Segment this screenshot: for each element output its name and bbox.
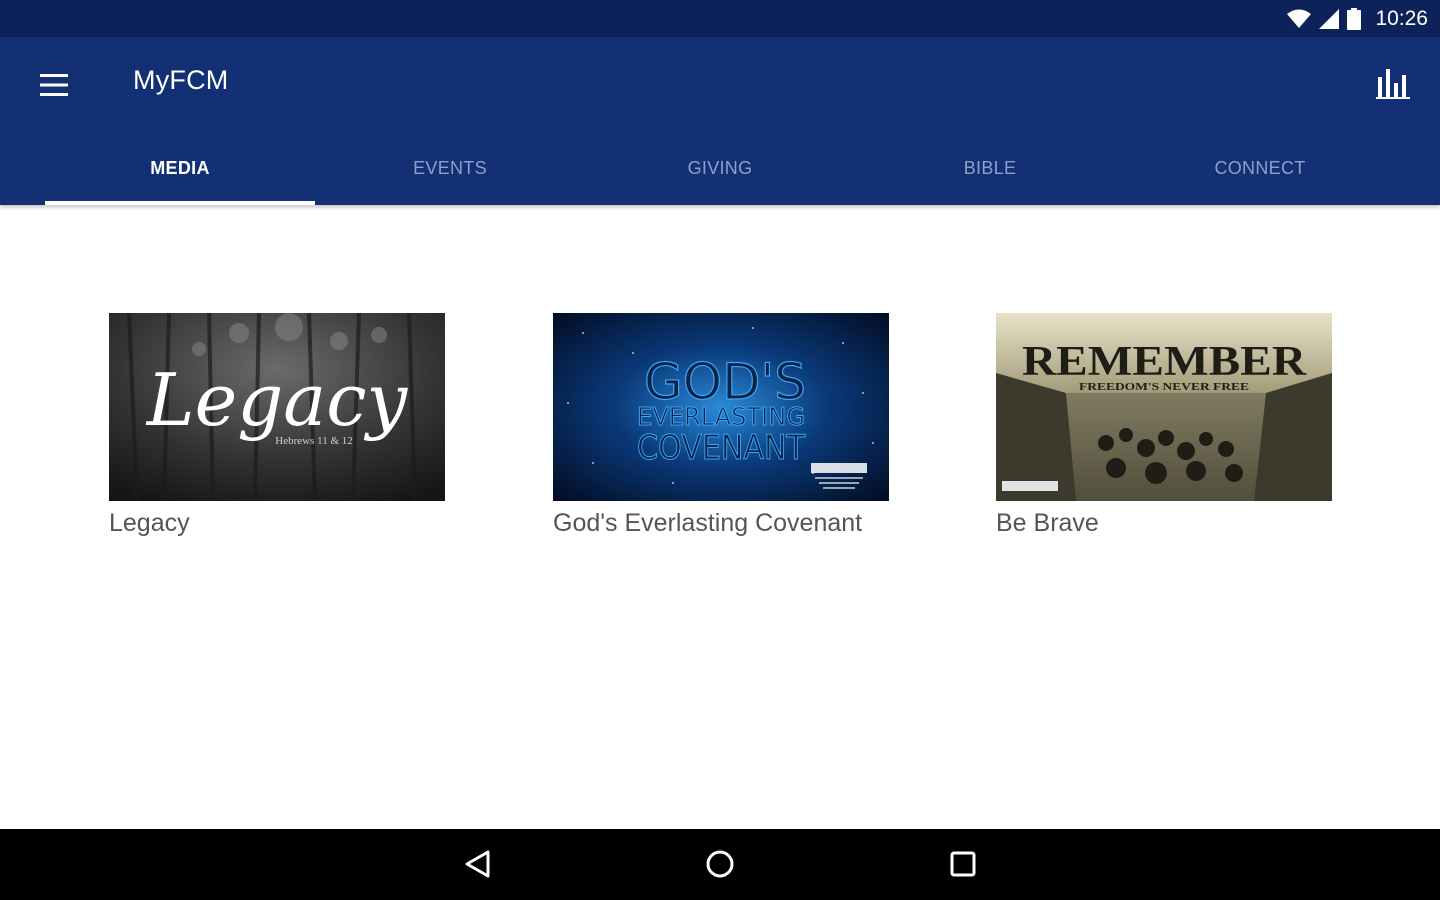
tab-media-label: MEDIA xyxy=(150,157,210,178)
tab-connect[interactable]: CONNECT xyxy=(1125,131,1395,205)
status-icons: 10:26 xyxy=(1287,0,1428,37)
covenant-thumb-line2: EVERLASTING xyxy=(637,402,805,431)
tab-bar: MEDIA EVENTS GIVING BIBLE CONNECT xyxy=(45,131,1395,205)
be-brave-thumb-subheading: FREEDOM'S NEVER FREE xyxy=(1079,382,1249,393)
be-brave-thumb-heading: REMEMBER xyxy=(1022,339,1307,385)
media-title: God's Everlasting Covenant xyxy=(553,509,863,537)
status-time: 10:26 xyxy=(1375,6,1428,30)
system-nav-bar xyxy=(0,829,1440,900)
hamburger-menu-icon[interactable] xyxy=(36,71,72,99)
media-title: Be Brave xyxy=(996,509,1099,537)
cell-signal-icon xyxy=(1319,8,1340,29)
media-item-legacy[interactable]: Legacy Hebrews 11 & 12 Legacy xyxy=(109,313,445,538)
status-bar: 10:26 xyxy=(0,0,1440,37)
app-bar: MyFCM MEDIA EVENTS GIVING BIBLE CONNECT xyxy=(0,37,1440,205)
battery-icon xyxy=(1347,7,1362,30)
app-title: MyFCM xyxy=(133,65,229,95)
tab-giving[interactable]: GIVING xyxy=(585,131,855,205)
tab-indicator xyxy=(45,201,315,205)
tab-events[interactable]: EVENTS xyxy=(315,131,585,205)
media-item-gods-everlasting-covenant[interactable]: GOD'S EVERLASTING COVENANT God's Everlas… xyxy=(553,313,889,538)
tab-bible-label: BIBLE xyxy=(963,157,1017,178)
church-logo-icon xyxy=(1002,481,1058,491)
tab-giving-label: GIVING xyxy=(687,157,753,178)
tab-media[interactable]: MEDIA xyxy=(45,131,315,205)
covenant-thumbnail-art: GOD'S EVERLASTING COVENANT xyxy=(553,313,889,501)
home-icon[interactable] xyxy=(700,844,740,884)
media-thumbnail-be-brave[interactable]: REMEMBER FREEDOM'S NEVER FREE xyxy=(996,313,1332,501)
bar-chart-icon[interactable] xyxy=(1376,67,1410,101)
wifi-icon xyxy=(1287,9,1312,28)
legacy-thumbnail-art: Legacy Hebrews 11 & 12 xyxy=(109,313,445,501)
legacy-thumb-heading: Legacy xyxy=(145,358,409,442)
tab-connect-label: CONNECT xyxy=(1214,157,1306,178)
tab-events-label: EVENTS xyxy=(413,157,487,178)
back-icon[interactable] xyxy=(458,844,498,884)
be-brave-thumbnail-art: REMEMBER FREEDOM'S NEVER FREE xyxy=(996,313,1332,501)
media-thumbnail-covenant[interactable]: GOD'S EVERLASTING COVENANT xyxy=(553,313,889,501)
media-title: Legacy xyxy=(109,509,190,537)
tab-bible[interactable]: BIBLE xyxy=(855,131,1125,205)
media-thumbnail-legacy[interactable]: Legacy Hebrews 11 & 12 xyxy=(109,313,445,501)
media-item-be-brave[interactable]: REMEMBER FREEDOM'S NEVER FREE Be Brave xyxy=(996,313,1332,538)
legacy-thumb-caption: Hebrews 11 & 12 xyxy=(275,435,353,447)
recents-icon[interactable] xyxy=(943,844,983,884)
covenant-thumb-line3: COVENANT xyxy=(637,428,805,468)
